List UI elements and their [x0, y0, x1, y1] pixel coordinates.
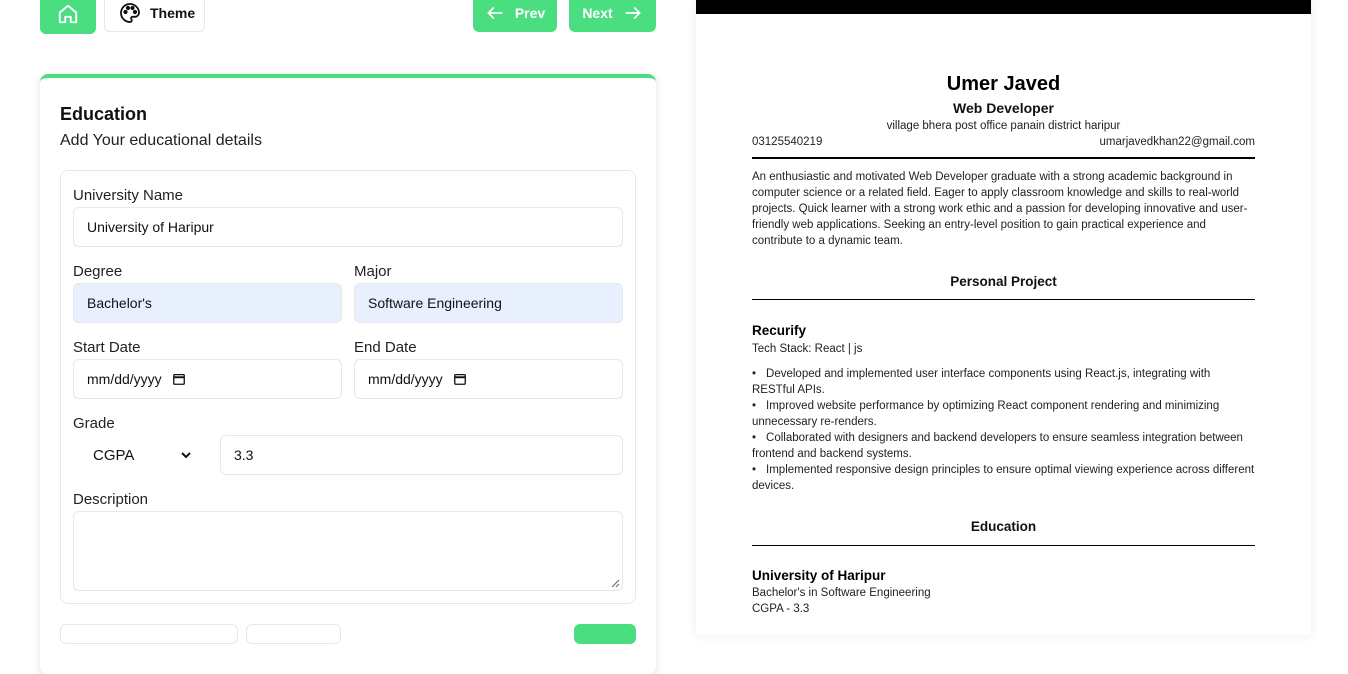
resume-preview: Umer Javed Web Developer village bhera p… [696, 0, 1311, 635]
grade-label: Grade [73, 415, 115, 432]
list-item: Improved website performance by optimizi… [752, 398, 1255, 430]
grade-type-select[interactable]: CGPA [73, 435, 208, 475]
resume-summary: An enthusiastic and motivated Web Develo… [752, 171, 1248, 247]
prev-button[interactable]: Prev [473, 0, 557, 32]
list-item: Collaborated with designers and backend … [752, 430, 1255, 462]
education-heading: Education [970, 519, 1037, 534]
next-button[interactable]: Next [569, 0, 656, 32]
resume-name: Umer Javed [946, 73, 1061, 95]
home-button[interactable] [40, 0, 96, 34]
project-name: Recurify [752, 323, 807, 338]
chevron-down-icon [181, 452, 192, 459]
card-title: Education [60, 104, 148, 124]
project-heading: Personal Project [950, 274, 1057, 289]
end-date-placeholder: mm/dd/yyyy [368, 371, 443, 387]
start-date-label: Start Date [73, 339, 141, 356]
education-card: Education Add Your educational details U… [40, 74, 656, 674]
university-label: University Name [73, 187, 184, 204]
resume-email: umarjavedkhan22@gmail.com [1099, 136, 1256, 148]
education-degree: Bachelor's in Software Engineering [752, 587, 931, 599]
project-divider [752, 299, 1255, 300]
university-input[interactable]: University of Haripur [73, 207, 623, 247]
prev-label: Prev [514, 5, 546, 21]
palette-icon [120, 3, 140, 23]
save-button[interactable] [574, 624, 636, 644]
education-divider [752, 545, 1255, 546]
resume-job-title: Web Developer [953, 100, 1054, 116]
header-divider [752, 157, 1255, 159]
start-date-input[interactable]: mm/dd/yyyy [73, 359, 342, 399]
major-label: Major [354, 263, 392, 280]
grade-input[interactable]: 3.3 [220, 435, 623, 475]
toolbar: Theme Prev Next [40, 0, 656, 34]
description-textarea[interactable] [73, 511, 623, 591]
major-input[interactable]: Software Engineering [354, 283, 623, 323]
add-button[interactable] [246, 624, 341, 644]
resize-handle-icon[interactable] [611, 579, 620, 588]
degree-input[interactable]: Bachelor's [73, 283, 342, 323]
grade-type-value: CGPA [93, 446, 135, 464]
list-item: Implemented responsive design principles… [752, 462, 1255, 494]
project-tech-stack: Tech Stack: React | js [752, 343, 863, 355]
end-date-input[interactable]: mm/dd/yyyy [354, 359, 623, 399]
theme-label: Theme [150, 5, 196, 21]
project-bullet-list: Developed and implemented user interface… [752, 366, 1255, 494]
start-date-placeholder: mm/dd/yyyy [87, 371, 162, 387]
resume-address: village bhera post office panain distric… [886, 120, 1121, 132]
home-icon [58, 4, 78, 24]
calendar-icon[interactable] [172, 372, 186, 386]
list-item: Developed and implemented user interface… [752, 366, 1255, 398]
education-grade: CGPA - 3.3 [752, 603, 810, 615]
card-subtitle: Add Your educational details [60, 132, 262, 149]
arrow-right-icon [625, 7, 641, 19]
calendar-icon[interactable] [453, 372, 467, 386]
education-form: University Name University of Haripur De… [60, 170, 636, 604]
editor-panel: Theme Prev Next Education Add Your educa… [40, 0, 656, 674]
theme-color-bar [696, 0, 1311, 14]
arrow-left-icon [486, 7, 503, 19]
resume-phone: 03125540219 [752, 136, 823, 148]
description-label: Description [73, 491, 149, 508]
end-date-label: End Date [354, 339, 417, 356]
degree-label: Degree [73, 263, 123, 280]
education-university: University of Haripur [752, 568, 886, 583]
remove-button[interactable] [60, 624, 238, 644]
next-label: Next [582, 5, 613, 21]
theme-button[interactable]: Theme [104, 0, 205, 32]
